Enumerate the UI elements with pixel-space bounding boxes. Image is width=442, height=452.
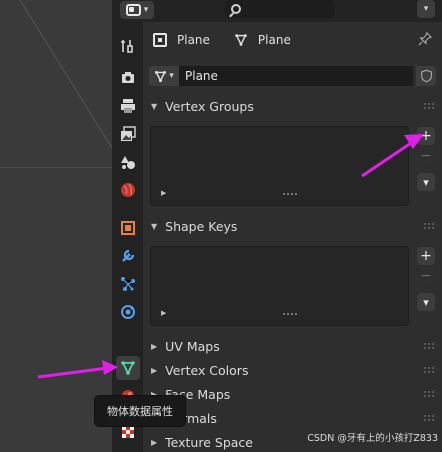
- properties-tab-bar: [112, 22, 143, 452]
- expand-right-icon: ▶: [151, 341, 158, 351]
- images-icon: [121, 126, 136, 141]
- search-icon: [231, 4, 241, 14]
- mesh-data-icon: [235, 34, 247, 46]
- list-resize-grip-icon[interactable]: [283, 313, 297, 317]
- panel-title: Texture Space: [165, 434, 253, 450]
- search-input[interactable]: [225, 0, 335, 18]
- object-square-icon: [121, 221, 135, 235]
- panel-uv-maps-header[interactable]: ▶ UV Maps: [143, 334, 442, 358]
- modifiers-tab[interactable]: [116, 244, 140, 268]
- chevron-down-icon: ▾: [423, 4, 429, 14]
- physics-tab[interactable]: [116, 300, 140, 324]
- wrench-screwdriver-icon: [121, 40, 133, 53]
- remove-shape-key-button[interactable]: −: [417, 267, 435, 285]
- panel-title: Vertex Groups: [165, 98, 254, 114]
- breadcrumb: Plane Plane: [143, 22, 442, 58]
- add-shape-key-button[interactable]: +: [417, 247, 435, 265]
- vertex-group-specials-button[interactable]: ▾: [417, 173, 435, 191]
- view-layer-tab[interactable]: [116, 122, 140, 146]
- chevron-down-icon: ▾: [169, 71, 174, 81]
- panel-shape-keys-header[interactable]: ▼ Shape Keys: [143, 214, 442, 238]
- chevron-down-icon: ▾: [143, 5, 149, 15]
- remove-vertex-group-button[interactable]: −: [417, 147, 435, 165]
- mesh-browse-button[interactable]: ▾: [149, 66, 179, 86]
- panel-title: UV Maps: [165, 338, 220, 354]
- expand-right-icon: ▶: [151, 365, 158, 375]
- list-resize-grip-icon[interactable]: [283, 193, 297, 197]
- vertex-groups-list[interactable]: ▶: [150, 126, 409, 206]
- drag-grip-icon[interactable]: [424, 391, 434, 397]
- expand-right-icon: ▶: [151, 437, 158, 447]
- particles-icon: [121, 277, 135, 291]
- output-tab[interactable]: [116, 94, 140, 118]
- scene-tab[interactable]: [116, 150, 140, 174]
- drag-grip-icon[interactable]: [424, 415, 434, 421]
- properties-editor-icon: [125, 4, 141, 16]
- mesh-name-field[interactable]: Plane: [179, 66, 413, 86]
- object-data-tab[interactable]: [116, 356, 140, 380]
- expand-down-icon: ▼: [151, 221, 158, 231]
- panel-title: Vertex Colors: [165, 362, 249, 378]
- properties-content: Plane Plane ▾ Plane ▼ Vertex Groups ▶ +: [143, 22, 442, 452]
- tab-tooltip: 物体数据属性: [94, 395, 186, 427]
- viewport-grid-line: [19, 0, 112, 149]
- drag-grip-icon[interactable]: [424, 367, 434, 373]
- expand-down-icon: ▼: [151, 101, 158, 111]
- printer-icon: [121, 99, 135, 113]
- properties-header: ▾ ▾: [112, 0, 442, 22]
- drag-grip-icon[interactable]: [424, 103, 434, 109]
- data-name: Plane: [257, 33, 291, 47]
- camera-back-icon: [122, 72, 134, 83]
- scene-shapes-icon: [121, 156, 135, 169]
- fake-user-button[interactable]: [416, 66, 436, 86]
- mesh-datablock-selector: ▾ Plane: [149, 66, 436, 86]
- list-filter-toggle-icon[interactable]: ▶: [161, 189, 166, 197]
- wrench-icon: [122, 249, 135, 262]
- panel-vertex-colors-header[interactable]: ▶ Vertex Colors: [143, 358, 442, 382]
- list-filter-toggle-icon[interactable]: ▶: [161, 309, 166, 317]
- shape-key-specials-button[interactable]: ▾: [417, 293, 435, 311]
- chevron-down-icon: ▾: [423, 175, 429, 189]
- chevron-down-icon: ▾: [423, 295, 429, 309]
- editor-type-button[interactable]: ▾: [120, 1, 154, 19]
- panel-face-maps-header[interactable]: ▶ Face Maps: [143, 382, 442, 406]
- pin-icon[interactable]: [418, 32, 432, 46]
- shape-keys-list[interactable]: ▶: [150, 246, 409, 326]
- panel-vertex-groups-header[interactable]: ▼ Vertex Groups: [143, 94, 442, 118]
- particles-tab[interactable]: [116, 272, 140, 296]
- mesh-triangle-icon: [121, 361, 135, 376]
- drag-grip-icon[interactable]: [424, 343, 434, 349]
- physics-orbit-icon: [121, 305, 135, 319]
- object-icon: [153, 33, 167, 47]
- 3d-viewport[interactable]: [0, 0, 112, 452]
- drag-grip-icon[interactable]: [424, 223, 434, 229]
- mesh-triangle-icon: [155, 70, 167, 82]
- x-axis-line: [0, 167, 112, 168]
- properties-editor: ▾ ▾ Plane Plane ▾ Plane ▼ Vertex Groups …: [112, 0, 442, 452]
- watermark: CSDN @牙有上的小孩打Z833: [307, 433, 438, 444]
- shield-icon: [420, 69, 432, 83]
- render-tab[interactable]: [116, 66, 140, 90]
- panel-normals-header[interactable]: ▶ Normals: [143, 406, 442, 430]
- object-tab[interactable]: [116, 216, 140, 240]
- globe-icon: [121, 183, 135, 197]
- world-tab[interactable]: [116, 178, 140, 202]
- options-button[interactable]: ▾: [417, 0, 435, 18]
- panel-title: Shape Keys: [165, 218, 238, 234]
- add-vertex-group-button[interactable]: +: [417, 127, 435, 145]
- tool-tab[interactable]: [116, 34, 140, 58]
- object-name: Plane: [177, 33, 210, 47]
